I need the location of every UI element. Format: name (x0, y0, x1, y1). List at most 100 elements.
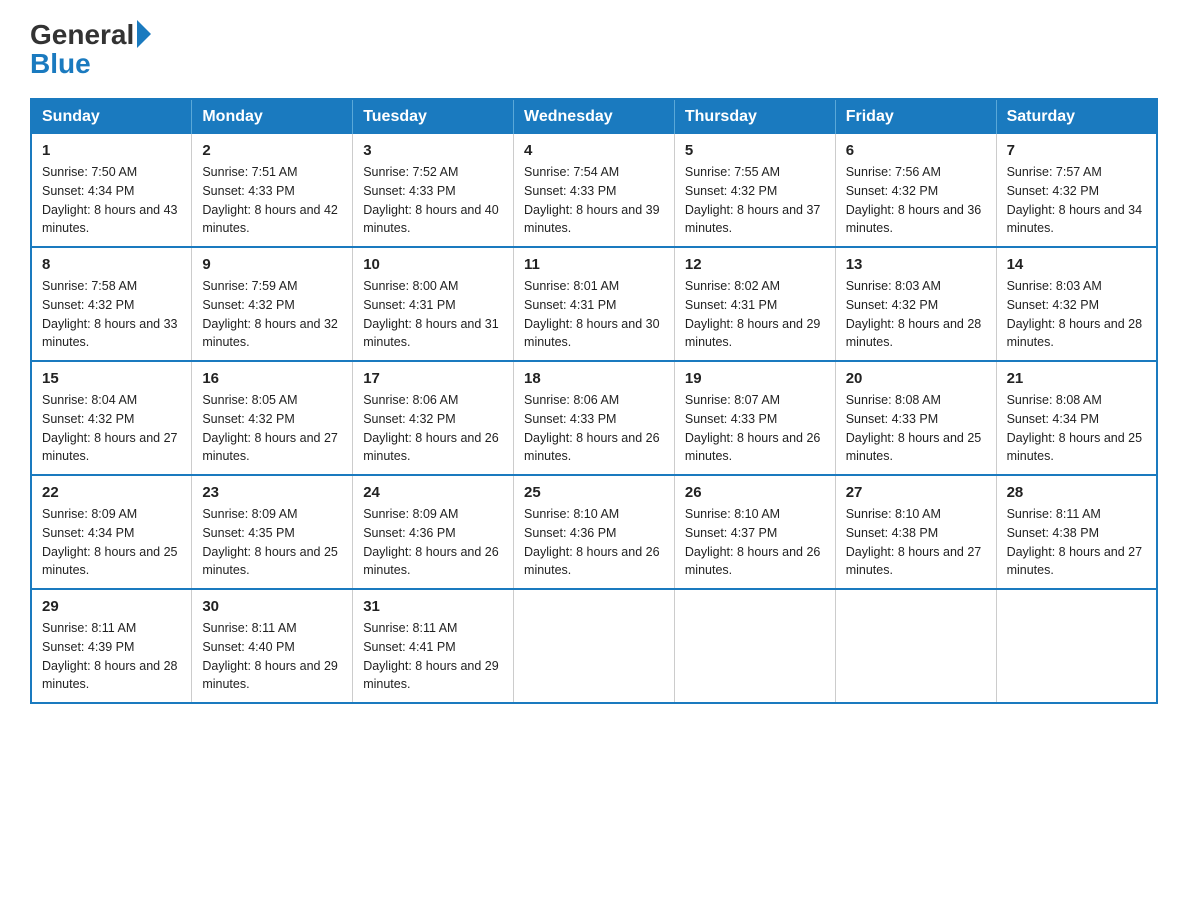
header-monday: Monday (192, 99, 353, 134)
day-info: Sunrise: 8:09 AMSunset: 4:36 PMDaylight:… (363, 505, 503, 580)
day-number: 27 (846, 484, 986, 501)
day-number: 25 (524, 484, 664, 501)
calendar-week-row: 1 Sunrise: 7:50 AMSunset: 4:34 PMDayligh… (31, 134, 1157, 247)
day-info: Sunrise: 8:03 AMSunset: 4:32 PMDaylight:… (846, 277, 986, 352)
day-info: Sunrise: 8:10 AMSunset: 4:37 PMDaylight:… (685, 505, 825, 580)
day-info: Sunrise: 8:09 AMSunset: 4:35 PMDaylight:… (202, 505, 342, 580)
calendar-cell: 16 Sunrise: 8:05 AMSunset: 4:32 PMDaylig… (192, 361, 353, 475)
day-info: Sunrise: 8:02 AMSunset: 4:31 PMDaylight:… (685, 277, 825, 352)
calendar-cell: 19 Sunrise: 8:07 AMSunset: 4:33 PMDaylig… (674, 361, 835, 475)
calendar-cell: 18 Sunrise: 8:06 AMSunset: 4:33 PMDaylig… (514, 361, 675, 475)
day-info: Sunrise: 8:08 AMSunset: 4:34 PMDaylight:… (1007, 391, 1146, 466)
day-info: Sunrise: 8:01 AMSunset: 4:31 PMDaylight:… (524, 277, 664, 352)
calendar-cell: 14 Sunrise: 8:03 AMSunset: 4:32 PMDaylig… (996, 247, 1157, 361)
calendar-cell: 28 Sunrise: 8:11 AMSunset: 4:38 PMDaylig… (996, 475, 1157, 589)
calendar-cell: 4 Sunrise: 7:54 AMSunset: 4:33 PMDayligh… (514, 134, 675, 247)
calendar-table: SundayMondayTuesdayWednesdayThursdayFrid… (30, 98, 1158, 704)
day-number: 22 (42, 484, 181, 501)
calendar-cell (674, 589, 835, 703)
day-info: Sunrise: 8:00 AMSunset: 4:31 PMDaylight:… (363, 277, 503, 352)
day-number: 26 (685, 484, 825, 501)
day-info: Sunrise: 8:07 AMSunset: 4:33 PMDaylight:… (685, 391, 825, 466)
calendar-cell: 30 Sunrise: 8:11 AMSunset: 4:40 PMDaylig… (192, 589, 353, 703)
day-number: 24 (363, 484, 503, 501)
day-number: 17 (363, 370, 503, 387)
calendar-cell: 10 Sunrise: 8:00 AMSunset: 4:31 PMDaylig… (353, 247, 514, 361)
calendar-week-row: 22 Sunrise: 8:09 AMSunset: 4:34 PMDaylig… (31, 475, 1157, 589)
day-number: 23 (202, 484, 342, 501)
day-info: Sunrise: 7:52 AMSunset: 4:33 PMDaylight:… (363, 163, 503, 238)
day-info: Sunrise: 8:06 AMSunset: 4:32 PMDaylight:… (363, 391, 503, 466)
day-number: 21 (1007, 370, 1146, 387)
calendar-cell: 24 Sunrise: 8:09 AMSunset: 4:36 PMDaylig… (353, 475, 514, 589)
header-thursday: Thursday (674, 99, 835, 134)
day-info: Sunrise: 8:05 AMSunset: 4:32 PMDaylight:… (202, 391, 342, 466)
logo-general-text: General (30, 21, 134, 49)
day-info: Sunrise: 8:10 AMSunset: 4:38 PMDaylight:… (846, 505, 986, 580)
calendar-cell: 17 Sunrise: 8:06 AMSunset: 4:32 PMDaylig… (353, 361, 514, 475)
day-number: 10 (363, 256, 503, 273)
day-info: Sunrise: 8:11 AMSunset: 4:38 PMDaylight:… (1007, 505, 1146, 580)
header-tuesday: Tuesday (353, 99, 514, 134)
day-number: 7 (1007, 142, 1146, 159)
day-info: Sunrise: 7:59 AMSunset: 4:32 PMDaylight:… (202, 277, 342, 352)
day-info: Sunrise: 7:51 AMSunset: 4:33 PMDaylight:… (202, 163, 342, 238)
calendar-cell: 2 Sunrise: 7:51 AMSunset: 4:33 PMDayligh… (192, 134, 353, 247)
day-info: Sunrise: 8:11 AMSunset: 4:39 PMDaylight:… (42, 619, 181, 694)
calendar-cell: 5 Sunrise: 7:55 AMSunset: 4:32 PMDayligh… (674, 134, 835, 247)
calendar-cell: 3 Sunrise: 7:52 AMSunset: 4:33 PMDayligh… (353, 134, 514, 247)
calendar-cell: 23 Sunrise: 8:09 AMSunset: 4:35 PMDaylig… (192, 475, 353, 589)
calendar-cell: 13 Sunrise: 8:03 AMSunset: 4:32 PMDaylig… (835, 247, 996, 361)
day-info: Sunrise: 7:57 AMSunset: 4:32 PMDaylight:… (1007, 163, 1146, 238)
header-sunday: Sunday (31, 99, 192, 134)
day-number: 12 (685, 256, 825, 273)
day-number: 14 (1007, 256, 1146, 273)
day-number: 8 (42, 256, 181, 273)
day-info: Sunrise: 8:04 AMSunset: 4:32 PMDaylight:… (42, 391, 181, 466)
page-header: General Blue (30, 20, 1158, 78)
calendar-cell: 27 Sunrise: 8:10 AMSunset: 4:38 PMDaylig… (835, 475, 996, 589)
calendar-cell: 11 Sunrise: 8:01 AMSunset: 4:31 PMDaylig… (514, 247, 675, 361)
day-number: 3 (363, 142, 503, 159)
calendar-cell: 1 Sunrise: 7:50 AMSunset: 4:34 PMDayligh… (31, 134, 192, 247)
logo: General Blue (30, 20, 151, 78)
day-info: Sunrise: 8:10 AMSunset: 4:36 PMDaylight:… (524, 505, 664, 580)
day-number: 29 (42, 598, 181, 615)
calendar-cell: 6 Sunrise: 7:56 AMSunset: 4:32 PMDayligh… (835, 134, 996, 247)
day-number: 4 (524, 142, 664, 159)
header-wednesday: Wednesday (514, 99, 675, 134)
day-info: Sunrise: 7:55 AMSunset: 4:32 PMDaylight:… (685, 163, 825, 238)
day-number: 13 (846, 256, 986, 273)
day-info: Sunrise: 7:54 AMSunset: 4:33 PMDaylight:… (524, 163, 664, 238)
day-number: 2 (202, 142, 342, 159)
calendar-cell: 15 Sunrise: 8:04 AMSunset: 4:32 PMDaylig… (31, 361, 192, 475)
calendar-cell: 22 Sunrise: 8:09 AMSunset: 4:34 PMDaylig… (31, 475, 192, 589)
day-number: 30 (202, 598, 342, 615)
calendar-week-row: 8 Sunrise: 7:58 AMSunset: 4:32 PMDayligh… (31, 247, 1157, 361)
day-number: 16 (202, 370, 342, 387)
calendar-cell: 7 Sunrise: 7:57 AMSunset: 4:32 PMDayligh… (996, 134, 1157, 247)
day-info: Sunrise: 7:56 AMSunset: 4:32 PMDaylight:… (846, 163, 986, 238)
day-number: 28 (1007, 484, 1146, 501)
day-info: Sunrise: 8:03 AMSunset: 4:32 PMDaylight:… (1007, 277, 1146, 352)
calendar-cell: 9 Sunrise: 7:59 AMSunset: 4:32 PMDayligh… (192, 247, 353, 361)
calendar-cell: 21 Sunrise: 8:08 AMSunset: 4:34 PMDaylig… (996, 361, 1157, 475)
calendar-cell: 26 Sunrise: 8:10 AMSunset: 4:37 PMDaylig… (674, 475, 835, 589)
day-info: Sunrise: 8:09 AMSunset: 4:34 PMDaylight:… (42, 505, 181, 580)
calendar-cell (835, 589, 996, 703)
day-number: 11 (524, 256, 664, 273)
day-number: 19 (685, 370, 825, 387)
calendar-cell (996, 589, 1157, 703)
day-info: Sunrise: 7:50 AMSunset: 4:34 PMDaylight:… (42, 163, 181, 238)
logo-triangle-icon (137, 20, 151, 48)
day-number: 20 (846, 370, 986, 387)
calendar-cell: 25 Sunrise: 8:10 AMSunset: 4:36 PMDaylig… (514, 475, 675, 589)
calendar-cell (514, 589, 675, 703)
day-number: 1 (42, 142, 181, 159)
day-number: 5 (685, 142, 825, 159)
day-info: Sunrise: 8:08 AMSunset: 4:33 PMDaylight:… (846, 391, 986, 466)
logo-blue-text: Blue (30, 50, 91, 78)
day-number: 9 (202, 256, 342, 273)
header-saturday: Saturday (996, 99, 1157, 134)
day-info: Sunrise: 8:11 AMSunset: 4:40 PMDaylight:… (202, 619, 342, 694)
